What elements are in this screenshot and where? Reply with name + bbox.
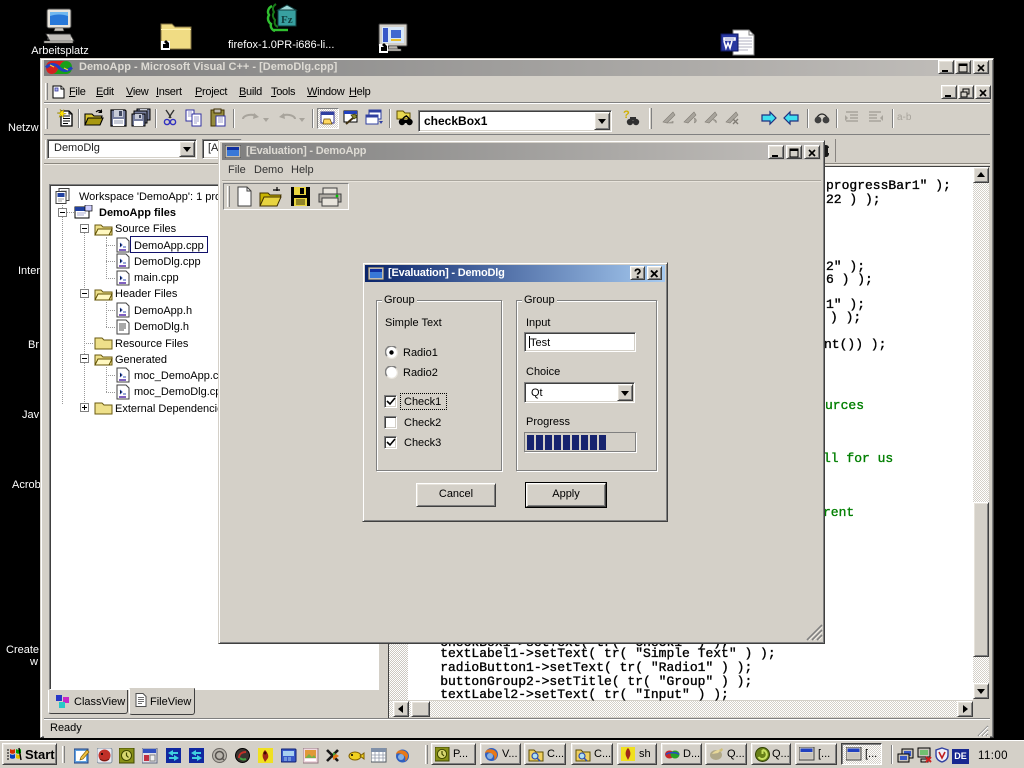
svg-text:Fz: Fz [281, 14, 293, 26]
